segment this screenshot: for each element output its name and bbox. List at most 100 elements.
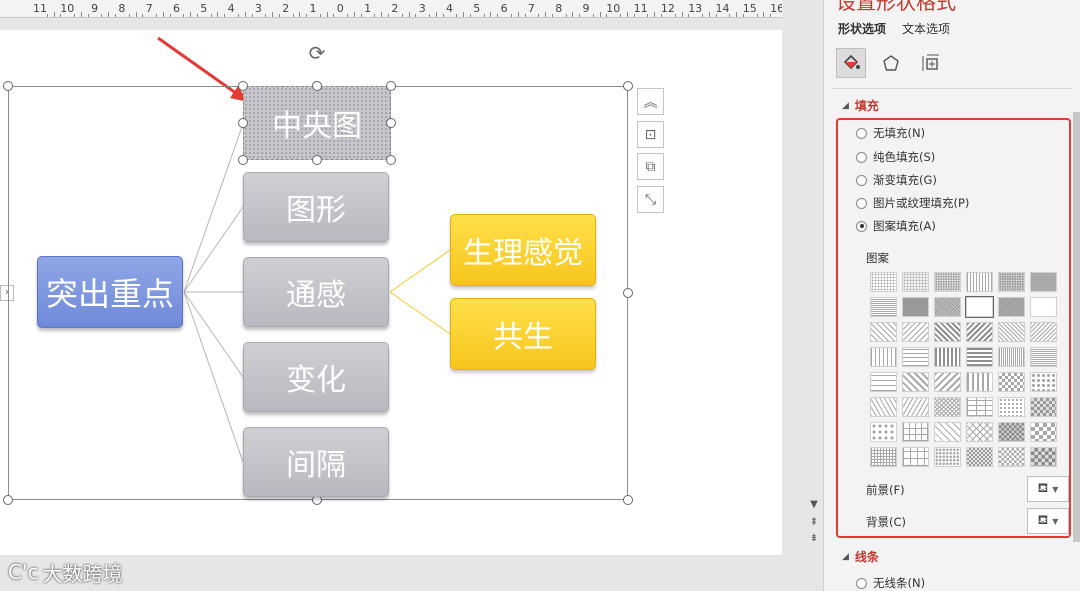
radio-button[interactable] xyxy=(856,174,867,186)
shape-styles-icon[interactable]: ⧉ xyxy=(637,153,664,180)
pattern-swatch[interactable] xyxy=(934,372,961,392)
size-layout-icon[interactable] xyxy=(916,48,946,78)
collapse-up-icon[interactable]: ︽ xyxy=(637,88,664,115)
pattern-swatch[interactable] xyxy=(998,347,1025,367)
pattern-swatch[interactable] xyxy=(998,397,1025,417)
fill-option-gradient[interactable]: 渐变填充(G) xyxy=(856,172,937,188)
line-option-none[interactable]: 无线条(N) xyxy=(856,575,925,591)
mindmap-branch-node[interactable]: 变化 xyxy=(243,342,389,412)
pattern-swatch[interactable] xyxy=(1030,397,1057,417)
pattern-swatch[interactable] xyxy=(1030,322,1057,342)
resize-handle[interactable] xyxy=(623,81,633,91)
scroll-page-up-icon[interactable]: ⇞ xyxy=(806,516,822,530)
pattern-swatch[interactable] xyxy=(966,272,993,292)
radio-button[interactable] xyxy=(856,151,867,163)
pattern-swatch[interactable] xyxy=(998,272,1025,292)
resize-handle[interactable] xyxy=(386,155,396,165)
pattern-swatch[interactable] xyxy=(1030,347,1057,367)
pattern-swatch[interactable] xyxy=(902,347,929,367)
pattern-swatch[interactable] xyxy=(1030,297,1057,317)
pattern-swatch[interactable] xyxy=(966,422,993,442)
pattern-swatch[interactable] xyxy=(870,347,897,367)
pattern-swatch[interactable] xyxy=(998,372,1025,392)
radio-button[interactable] xyxy=(856,577,867,589)
pane-scrollbar[interactable] xyxy=(1073,96,1080,566)
tab-shape-options[interactable]: 形状选项 xyxy=(838,20,886,37)
rotate-handle-icon[interactable]: ⟳ xyxy=(306,42,328,64)
resize-handle[interactable] xyxy=(3,495,13,505)
resize-handle[interactable] xyxy=(238,118,248,128)
pattern-swatch[interactable] xyxy=(902,397,929,417)
fill-option-picture[interactable]: 图片或纹理填充(P) xyxy=(856,195,969,211)
pattern-swatch[interactable] xyxy=(998,422,1025,442)
scroll-down-icon[interactable]: ▼ xyxy=(806,498,822,512)
mindmap-branch-node[interactable]: 通感 xyxy=(243,257,389,327)
effects-pentagon-icon[interactable] xyxy=(876,48,906,78)
resize-handle[interactable] xyxy=(386,118,396,128)
mindmap-sub-node[interactable]: 共生 xyxy=(450,298,596,370)
resize-handle[interactable] xyxy=(238,81,248,91)
pattern-swatch[interactable] xyxy=(998,322,1025,342)
pattern-swatch[interactable] xyxy=(902,372,929,392)
mindmap-selected-node[interactable]: 中央图 xyxy=(243,86,391,160)
mindmap-center-node[interactable]: 突出重点 xyxy=(37,256,183,328)
pattern-swatch[interactable] xyxy=(870,372,897,392)
pattern-swatch[interactable] xyxy=(902,322,929,342)
pattern-swatch[interactable] xyxy=(998,297,1025,317)
pattern-swatch[interactable] xyxy=(934,447,961,467)
pattern-swatch[interactable] xyxy=(870,397,897,417)
resize-handle[interactable] xyxy=(238,155,248,165)
pattern-swatch[interactable] xyxy=(998,447,1025,467)
resize-handle[interactable] xyxy=(623,495,633,505)
pattern-swatch[interactable] xyxy=(902,447,929,467)
fill-line-icon[interactable] xyxy=(836,48,866,78)
pattern-swatch[interactable] xyxy=(870,447,897,467)
pattern-swatch[interactable] xyxy=(1030,372,1057,392)
mindmap-sub-node[interactable]: 生理感觉 xyxy=(450,214,596,286)
pattern-swatch[interactable] xyxy=(934,422,961,442)
tab-text-options[interactable]: 文本选项 xyxy=(902,20,950,37)
scroll-page-down-icon[interactable]: ⇟ xyxy=(806,532,822,546)
pattern-swatch[interactable] xyxy=(1030,422,1057,442)
resize-handle[interactable] xyxy=(312,155,322,165)
pattern-swatch[interactable] xyxy=(870,422,897,442)
pattern-swatch[interactable] xyxy=(1030,272,1057,292)
pattern-swatch[interactable] xyxy=(902,297,929,317)
pattern-swatch[interactable] xyxy=(934,322,961,342)
pattern-swatch[interactable] xyxy=(934,272,961,292)
pattern-swatch[interactable] xyxy=(934,347,961,367)
resize-handle[interactable] xyxy=(386,81,396,91)
pattern-swatch[interactable] xyxy=(934,397,961,417)
pattern-swatch[interactable] xyxy=(1030,447,1057,467)
resize-shape-icon[interactable]: ⤡ xyxy=(637,186,664,213)
pattern-swatch[interactable] xyxy=(966,447,993,467)
pattern-swatch[interactable] xyxy=(966,322,993,342)
radio-button[interactable] xyxy=(856,197,867,209)
background-color-button[interactable]: ⛾ ▼ xyxy=(1027,508,1069,534)
canvas-scrollbar[interactable]: ▼ ⇞ ⇟ xyxy=(806,0,822,591)
pattern-swatch[interactable] xyxy=(965,296,994,318)
pattern-swatch[interactable] xyxy=(966,372,993,392)
scroll-thumb[interactable] xyxy=(1073,112,1080,542)
layout-options-icon[interactable]: ⊡ xyxy=(637,121,664,148)
pattern-swatch[interactable] xyxy=(902,422,929,442)
resize-handle[interactable] xyxy=(623,288,633,298)
pattern-swatch[interactable] xyxy=(870,297,897,317)
mindmap-branch-node[interactable]: 间隔 xyxy=(243,427,389,497)
pattern-swatch[interactable] xyxy=(966,347,993,367)
fill-option-none[interactable]: 无填充(N) xyxy=(856,125,925,141)
pattern-swatch[interactable] xyxy=(870,322,897,342)
foreground-color-button[interactable]: ⛾ ▼ xyxy=(1027,476,1069,502)
pattern-swatch[interactable] xyxy=(934,297,961,317)
resize-handle[interactable] xyxy=(3,81,13,91)
radio-button[interactable] xyxy=(856,127,867,139)
pattern-swatch[interactable] xyxy=(870,272,897,292)
fill-option-pattern[interactable]: 图案填充(A) xyxy=(856,218,936,234)
fill-option-solid[interactable]: 纯色填充(S) xyxy=(856,149,935,165)
fill-section-header[interactable]: ◢ 填充 xyxy=(842,97,879,114)
pattern-swatch[interactable] xyxy=(902,272,929,292)
resize-handle[interactable] xyxy=(312,81,322,91)
radio-button-checked[interactable] xyxy=(856,220,867,232)
line-section-header[interactable]: ◢ 线条 xyxy=(842,548,879,565)
pattern-swatch[interactable] xyxy=(966,397,993,417)
